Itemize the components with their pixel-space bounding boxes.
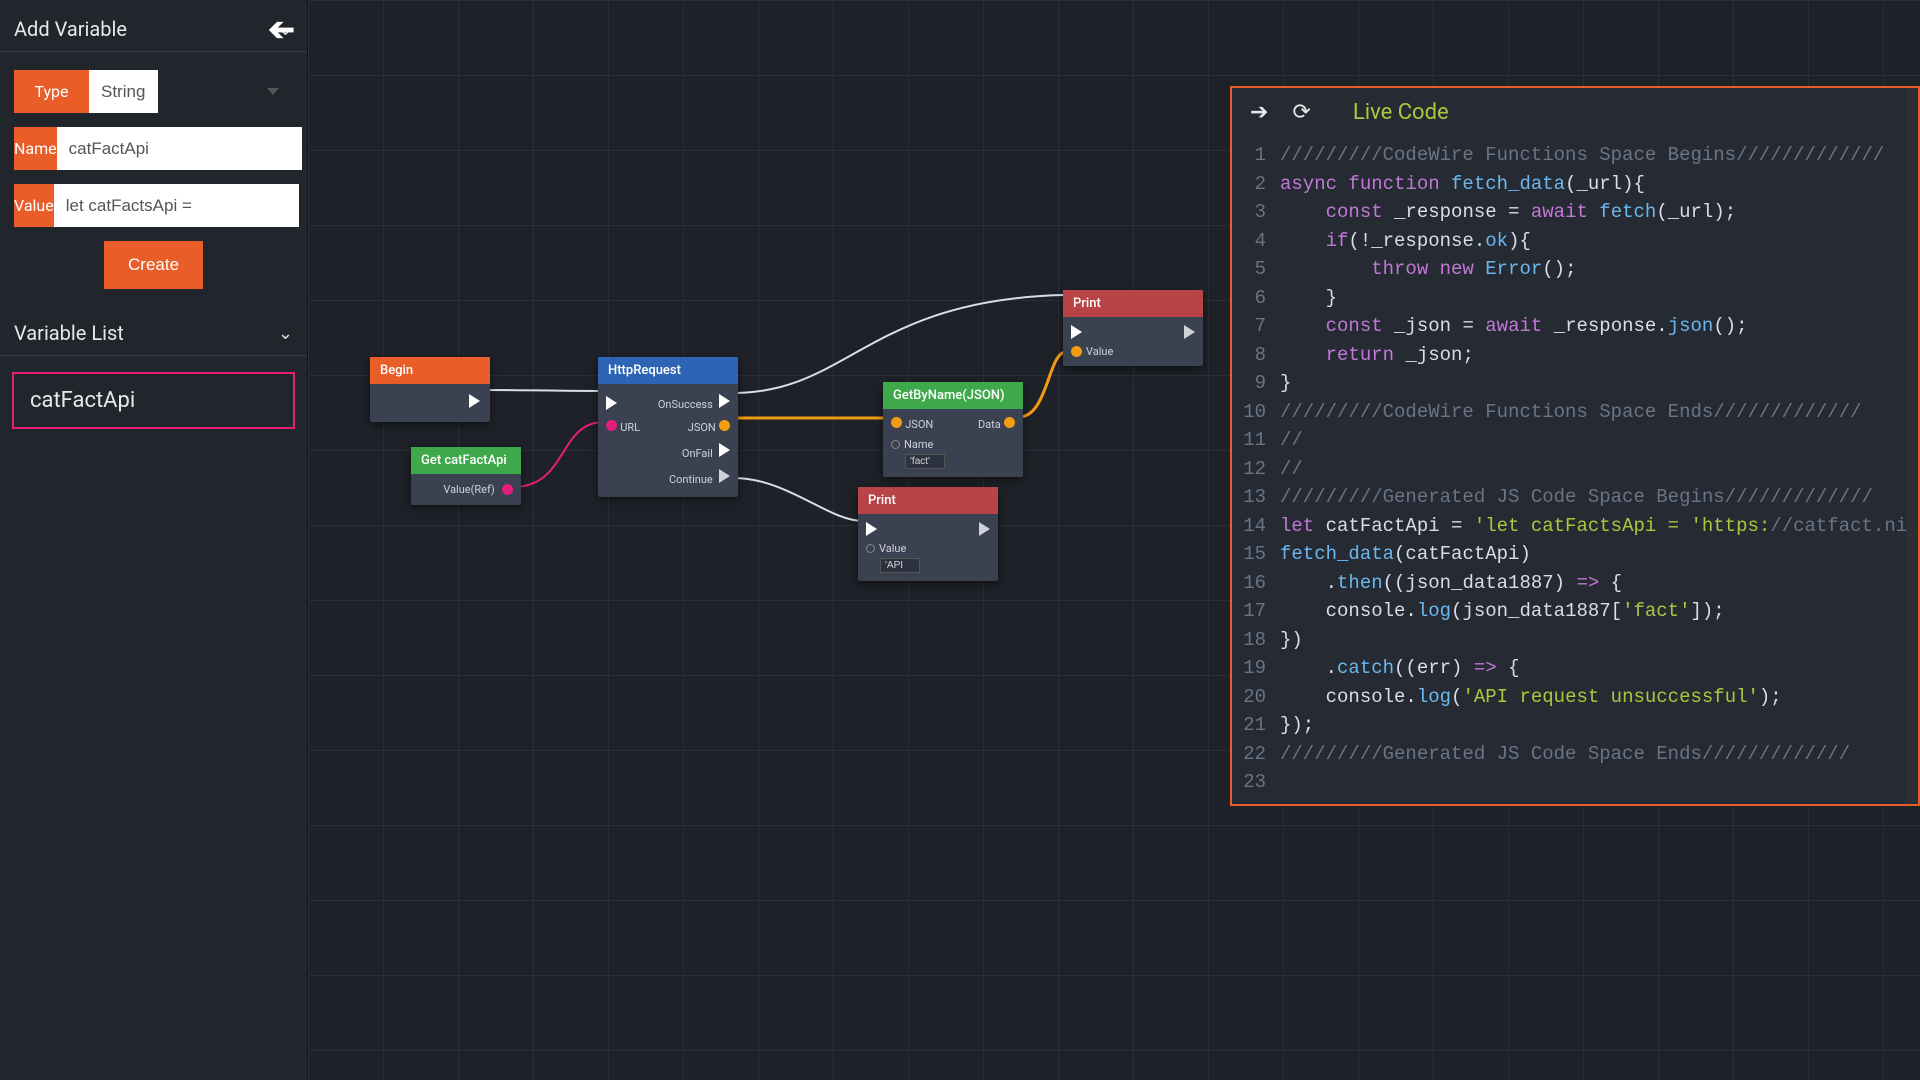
name-in-pin[interactable] — [891, 440, 900, 449]
node-get-by-name[interactable]: GetByName(JSON) JSON Data Name — [883, 382, 1023, 477]
type-select[interactable]: String — [89, 70, 158, 113]
code-panel-header: ➔ ⟳ Live Code — [1232, 88, 1918, 137]
node-print1-title: Print — [1063, 290, 1203, 317]
code-line: 2async function fetch_data(_url){ — [1232, 170, 1918, 199]
json-out-pin[interactable] — [719, 420, 730, 431]
sidebar: ➔ Add Variable ⌄ Type String Name Value … — [0, 0, 308, 1080]
exec-in-icon[interactable] — [1071, 325, 1082, 339]
add-variable-header[interactable]: Add Variable ⌄ — [0, 5, 307, 52]
name-label: Name — [14, 127, 57, 170]
node-print2-title: Print — [858, 487, 998, 514]
value-input[interactable] — [880, 558, 920, 573]
code-line: 19 .catch((err) => { — [1232, 654, 1918, 683]
back-icon[interactable]: ➔ — [268, 10, 295, 48]
exec-out-icon[interactable] — [719, 469, 730, 483]
json-in-pin[interactable] — [891, 417, 902, 428]
name-label: Name — [904, 438, 933, 451]
node-getvar-title: Get catFactApi — [411, 447, 521, 474]
exec-out-icon[interactable] — [719, 394, 730, 408]
chevron-down-icon: ⌄ — [278, 323, 293, 344]
data-out-label: Data — [978, 418, 1001, 431]
create-button[interactable]: Create — [104, 241, 203, 289]
add-variable-body: Type String Name Value Create — [0, 52, 307, 289]
data-out-pin[interactable] — [502, 484, 513, 495]
exec-out-icon[interactable] — [469, 394, 480, 408]
variable-list-body: catFactApi — [0, 356, 307, 445]
node-http-request[interactable]: HttpRequest OnSuccess URL JSON OnFail Co… — [598, 357, 738, 497]
code-panel-title: Live Code — [1353, 100, 1449, 125]
node-get-variable[interactable]: Get catFactApi Value(Ref) — [411, 447, 521, 505]
name-value-input[interactable] — [905, 454, 945, 469]
code-line: 7 const _json = await _response.json(); — [1232, 312, 1918, 341]
node-print-2[interactable]: Print Value — [858, 487, 998, 581]
variable-list-header[interactable]: Variable List ⌄ — [0, 309, 307, 356]
code-line: 3 const _response = await fetch(_url); — [1232, 198, 1918, 227]
value-in-pin[interactable] — [1071, 346, 1082, 357]
value-label: Value — [1086, 345, 1113, 358]
exec-in-icon[interactable] — [866, 522, 877, 536]
continue-label: Continue — [669, 473, 713, 486]
type-label: Type — [14, 70, 89, 113]
code-line: 23 — [1232, 768, 1918, 797]
exec-out-icon[interactable] — [979, 522, 990, 536]
code-line: 21}); — [1232, 711, 1918, 740]
onfail-label: OnFail — [682, 447, 713, 460]
arrow-right-icon[interactable]: ➔ — [1250, 100, 1268, 125]
json-label: JSON — [688, 421, 716, 434]
add-variable-title: Add Variable — [14, 17, 127, 41]
value-input[interactable] — [54, 184, 299, 227]
value-in-pin[interactable] — [866, 544, 875, 553]
code-line: 9} — [1232, 369, 1918, 398]
code-line: 15fetch_data(catFactApi) — [1232, 540, 1918, 569]
code-line: 22/////////Generated JS Code Space Ends/… — [1232, 740, 1918, 769]
code-line: 8 return _json; — [1232, 341, 1918, 370]
node-begin-title: Begin — [370, 357, 490, 384]
url-label: URL — [620, 421, 640, 434]
code-line: 17 console.log(json_data1887['fact']); — [1232, 597, 1918, 626]
code-line: 11// — [1232, 426, 1918, 455]
data-out-pin[interactable] — [1004, 417, 1015, 428]
code-line: 13/////////Generated JS Code Space Begin… — [1232, 483, 1918, 512]
code-line: 4 if(!_response.ok){ — [1232, 227, 1918, 256]
exec-in-icon[interactable] — [606, 396, 617, 410]
code-line: 18}) — [1232, 626, 1918, 655]
value-label: Value — [14, 184, 54, 227]
value-ref-label: Value(Ref) — [443, 483, 494, 496]
code-line: 1/////////CodeWire Functions Space Begin… — [1232, 141, 1918, 170]
code-line: 5 throw new Error(); — [1232, 255, 1918, 284]
onsuccess-label: OnSuccess — [658, 398, 713, 411]
code-line: 10/////////CodeWire Functions Space Ends… — [1232, 398, 1918, 427]
code-line: 6 } — [1232, 284, 1918, 313]
value-label: Value — [879, 542, 906, 555]
code-line: 14let catFactApi = 'let catFactsApi = 'h… — [1232, 512, 1918, 541]
node-begin[interactable]: Begin — [370, 357, 490, 422]
exec-out-icon[interactable] — [719, 443, 730, 457]
code-line: 12// — [1232, 455, 1918, 484]
exec-out-icon[interactable] — [1184, 325, 1195, 339]
json-in-label: JSON — [905, 418, 933, 431]
live-code-panel: ➔ ⟳ Live Code 1/////////CodeWire Functio… — [1230, 86, 1920, 806]
url-pin[interactable] — [606, 420, 617, 431]
code-editor[interactable]: 1/////////CodeWire Functions Space Begin… — [1232, 137, 1918, 797]
refresh-icon[interactable]: ⟳ — [1292, 100, 1310, 125]
node-print-1[interactable]: Print Value — [1063, 290, 1203, 366]
code-line: 20 console.log('API request unsuccessful… — [1232, 683, 1918, 712]
node-http-title: HttpRequest — [598, 357, 738, 384]
node-getbyname-title: GetByName(JSON) — [883, 382, 1023, 409]
variable-list-title: Variable List — [14, 321, 124, 345]
variable-item-catfactapi[interactable]: catFactApi — [12, 372, 295, 429]
scrollbar-thumb[interactable] — [1906, 88, 1918, 778]
code-line: 16 .then((json_data1887) => { — [1232, 569, 1918, 598]
name-input[interactable] — [57, 127, 302, 170]
